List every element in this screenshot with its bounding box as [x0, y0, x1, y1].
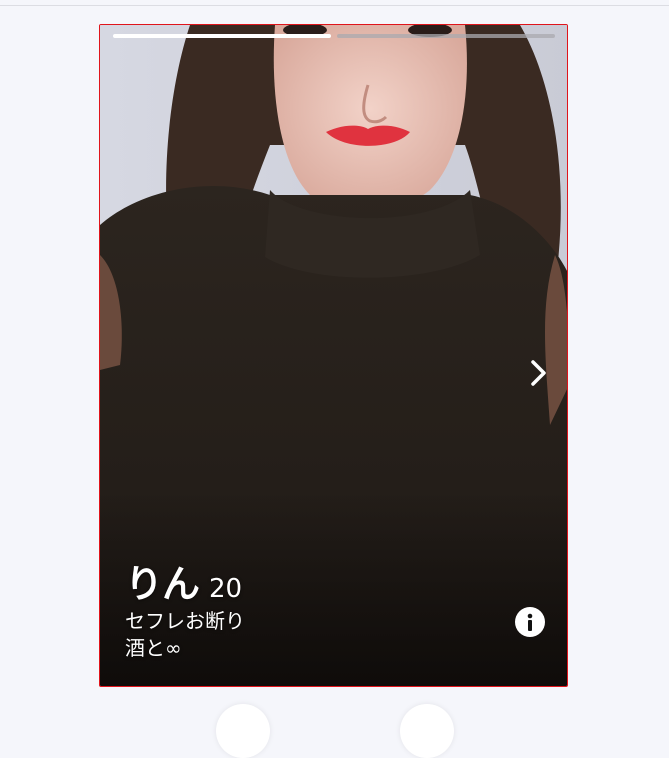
bio-line-2: 酒と∞: [125, 636, 182, 660]
profile-info: りん 20 セフレお断り 酒と∞: [125, 553, 245, 662]
photo-progress: [113, 34, 555, 38]
profile-age: 20: [209, 574, 243, 604]
profile-card[interactable]: りん 20 セフレお断り 酒と∞: [99, 24, 568, 687]
photo-progress-segment-2: [337, 34, 555, 38]
photo-progress-segment-1: [113, 34, 331, 38]
profile-name: りん: [125, 562, 200, 606]
info-icon: [527, 613, 533, 631]
chevron-right-icon[interactable]: [528, 358, 550, 388]
info-button[interactable]: [515, 607, 545, 637]
name-row: りん 20: [125, 553, 245, 608]
action-button-right[interactable]: [400, 704, 454, 758]
top-divider: [0, 5, 669, 6]
bio-line-1: セフレお断り: [125, 609, 245, 633]
action-button-left[interactable]: [216, 704, 270, 758]
